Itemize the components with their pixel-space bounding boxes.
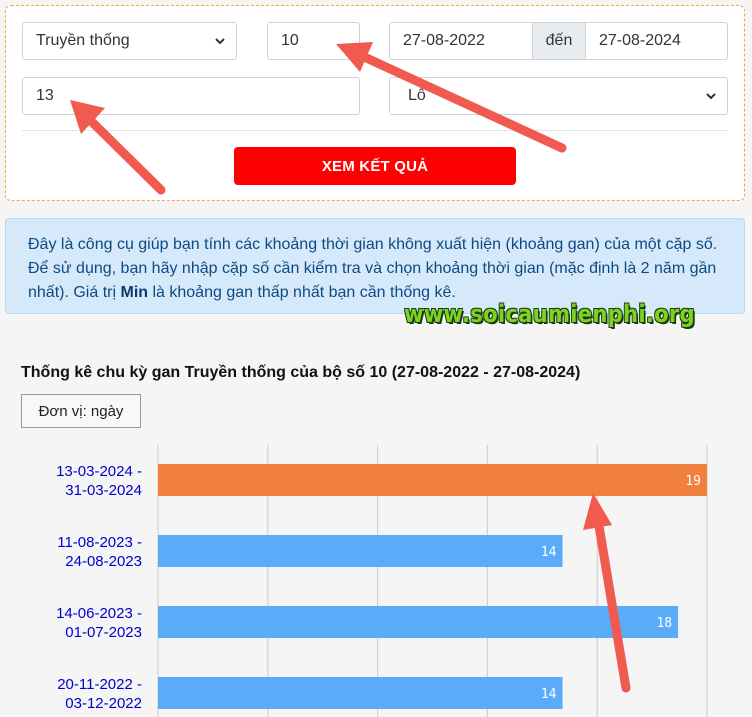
date-range: 27-08-2022 đến 27-08-2024 — [389, 22, 728, 60]
date-separator: đến — [533, 22, 585, 60]
date-to-value: 27-08-2024 — [599, 32, 681, 49]
chart-title: Thống kê chu kỳ gan Truyền thống của bộ … — [21, 364, 581, 381]
info-text-bold: Min — [120, 284, 149, 301]
min-input-value: 13 — [36, 87, 54, 104]
form-divider — [22, 130, 727, 131]
bar-value-label: 18 — [656, 616, 672, 631]
category-label: 01-07-2023 — [65, 624, 142, 641]
bar-value-label: 19 — [685, 474, 701, 489]
category-label: 11-08-2023 - — [57, 534, 142, 551]
info-text-after: là khoảng gan thấp nhất bạn cần thống kê… — [148, 284, 456, 301]
chart-bar — [158, 464, 707, 496]
mode-select[interactable]: Lô — [389, 77, 728, 115]
min-input[interactable]: 13 — [22, 77, 360, 115]
bar-value-label: 14 — [541, 545, 557, 560]
type-select-value: Truyền thống — [36, 32, 130, 49]
date-from-value: 27-08-2022 — [403, 32, 485, 49]
number-input-value: 10 — [281, 32, 299, 49]
chevron-down-icon — [706, 93, 716, 100]
mode-select-value: Lô — [408, 87, 426, 104]
number-input[interactable]: 10 — [267, 22, 360, 60]
unit-button[interactable]: Đơn vị: ngày — [21, 394, 141, 428]
type-select[interactable]: Truyền thống — [22, 22, 237, 60]
date-from-input[interactable]: 27-08-2022 — [389, 22, 533, 60]
category-label: 14-06-2023 - — [56, 605, 142, 622]
date-to-input[interactable]: 27-08-2024 — [585, 22, 728, 60]
category-label: 20-11-2022 - — [57, 676, 142, 693]
chart-bar — [158, 606, 679, 638]
bar-value-label: 14 — [541, 687, 557, 702]
category-label: 31-03-2024 — [65, 482, 142, 499]
watermark: www.soicaumienphi.org — [404, 300, 695, 328]
submit-button[interactable]: XEM KẾT QUẢ — [234, 147, 516, 185]
category-label: 24-08-2023 — [65, 553, 142, 570]
gan-chart: 19 13-03-2024 - 31-03-2024 14 11-08-2023 - 24… — [56, 445, 708, 717]
chart-bar — [158, 677, 563, 709]
category-label: 13-03-2024 - — [56, 463, 142, 480]
chart-bar — [158, 535, 563, 567]
chevron-down-icon — [215, 38, 225, 45]
category-label: 03-12-2022 — [65, 695, 142, 712]
